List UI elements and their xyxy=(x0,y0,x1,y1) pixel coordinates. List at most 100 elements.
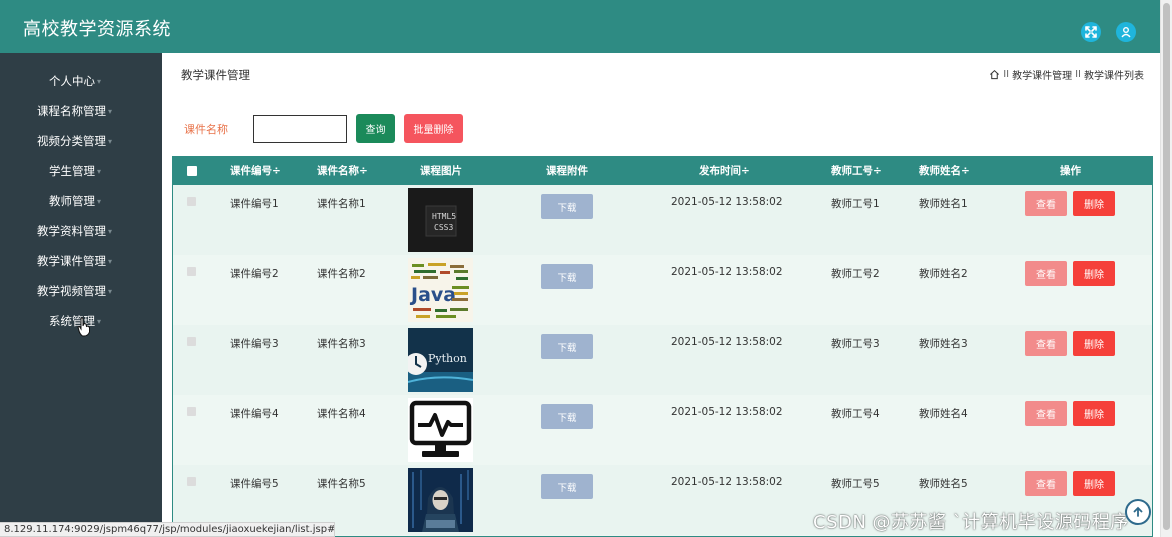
main-content: 教学课件管理 II 教学课件管理 II 教学课件列表 课件名称 查询 批量删除 … xyxy=(162,53,1160,537)
python-cover: Python xyxy=(408,328,473,392)
view-button[interactable]: 查看 xyxy=(1025,401,1067,426)
sidebar-item-label: 教学视频管理 xyxy=(37,284,106,298)
cell-publish-time: 2021-05-12 13:58:02 xyxy=(671,336,783,348)
sidebar-item-label: 课程名称管理 xyxy=(37,104,106,118)
java-wordcloud-cover: Java xyxy=(408,258,473,322)
column-header-teacher-id[interactable]: 教师工号÷ xyxy=(831,157,882,185)
sidebar-item-label: 教师管理 xyxy=(49,194,95,208)
table-row: 课件编号1 课件名称1 HTML5 CSS3 下载 2021-05-12 13:5… xyxy=(173,185,1152,255)
cell-name: 课件名称2 xyxy=(317,268,366,280)
sidebar: 个人中心 ▾ 课程名称管理 ▾ 视频分类管理 ▾ 学生管理 ▾ 教师管理 ▾ 教学资料管理… xyxy=(0,53,162,522)
chevron-down-icon: ▾ xyxy=(108,136,113,146)
cell-publish-time: 2021-05-12 13:58:02 xyxy=(671,266,783,278)
python-text: Python xyxy=(428,352,467,365)
cell-teacher-name: 教师姓名3 xyxy=(919,338,968,350)
view-button[interactable]: 查看 xyxy=(1025,191,1067,216)
delete-button[interactable]: 删除 xyxy=(1073,261,1115,286)
column-header-code[interactable]: 课件编号÷ xyxy=(230,157,281,185)
cell-teacher-name: 教师姓名1 xyxy=(919,198,968,210)
breadcrumb-item[interactable]: 教学课件管理 xyxy=(1012,67,1072,82)
download-button[interactable]: 下载 xyxy=(541,194,593,219)
cell-name: 课件名称5 xyxy=(317,478,366,490)
view-button[interactable]: 查看 xyxy=(1025,331,1067,356)
sidebar-item-students[interactable]: 学生管理 ▾ xyxy=(0,156,162,186)
download-button[interactable]: 下载 xyxy=(541,264,593,289)
cell-name: 课件名称3 xyxy=(317,338,366,350)
page-title: 教学课件管理 xyxy=(181,68,250,82)
table-row: 课件编号3 课件名称3 Python 下载 2021-05-12 13:58:0… xyxy=(173,325,1152,395)
html5-text: HTML5 xyxy=(432,212,456,221)
delete-button[interactable]: 删除 xyxy=(1073,191,1115,216)
search-input[interactable] xyxy=(253,115,347,143)
cell-publish-time: 2021-05-12 13:58:02 xyxy=(671,406,783,418)
column-header-name[interactable]: 课件名称÷ xyxy=(317,157,368,185)
breadcrumb-separator: II xyxy=(1075,69,1081,80)
table-row: 课件编号2 课件名称2 Java 下载 2021-05-12 13:58:02 … xyxy=(173,255,1152,325)
select-all-checkbox[interactable] xyxy=(187,166,197,176)
cell-teacher-id: 教师工号1 xyxy=(831,198,880,210)
delete-button[interactable]: 删除 xyxy=(1073,401,1115,426)
chevron-down-icon: ▾ xyxy=(97,316,102,326)
cell-teacher-name: 教师姓名5 xyxy=(919,478,968,490)
row-checkbox[interactable] xyxy=(187,267,196,276)
page-scrollbar[interactable] xyxy=(1160,0,1172,537)
query-button[interactable]: 查询 xyxy=(356,114,395,143)
sidebar-item-teaching-videos[interactable]: 教学视频管理 ▾ xyxy=(0,276,162,306)
table-header: 课件编号÷ 课件名称÷ 课程图片 课程附件 发布时间÷ 教师工号÷ 教师姓名÷ … xyxy=(173,157,1152,185)
row-checkbox[interactable] xyxy=(187,197,196,206)
user-button[interactable] xyxy=(1116,22,1136,42)
scrollbar-thumb[interactable] xyxy=(1163,3,1170,530)
sidebar-item-personal-center[interactable]: 个人中心 ▾ xyxy=(0,66,162,96)
sidebar-item-teachers[interactable]: 教师管理 ▾ xyxy=(0,186,162,216)
home-icon[interactable] xyxy=(989,69,1000,80)
cell-teacher-id: 教师工号3 xyxy=(831,338,880,350)
back-to-top-button[interactable] xyxy=(1125,499,1151,525)
delete-button[interactable]: 删除 xyxy=(1073,331,1115,356)
sidebar-item-courseware[interactable]: 教学课件管理 ▾ xyxy=(0,246,162,276)
chevron-down-icon: ▾ xyxy=(108,256,113,266)
chevron-down-icon: ▾ xyxy=(97,166,102,176)
view-button[interactable]: 查看 xyxy=(1025,261,1067,286)
sidebar-item-course-name[interactable]: 课程名称管理 ▾ xyxy=(0,96,162,126)
sidebar-item-label: 个人中心 xyxy=(49,74,95,88)
table-row: 课件编号4 课件名称4 下载 2021-05-12 13:58:02 教师工号4… xyxy=(173,395,1152,465)
breadcrumb-item: 教学课件列表 xyxy=(1084,71,1144,82)
view-button[interactable]: 查看 xyxy=(1025,471,1067,496)
download-button[interactable]: 下载 xyxy=(541,404,593,429)
column-header-image: 课程图片 xyxy=(420,165,462,177)
cell-teacher-name: 教师姓名2 xyxy=(919,268,968,280)
column-header-actions: 操作 xyxy=(1060,165,1081,177)
fullscreen-button[interactable] xyxy=(1081,22,1101,42)
breadcrumb-separator: II xyxy=(1003,69,1010,80)
row-checkbox[interactable] xyxy=(187,337,196,346)
sidebar-item-teaching-materials[interactable]: 教学资料管理 ▾ xyxy=(0,216,162,246)
java-text: Java xyxy=(409,284,456,306)
batch-delete-button[interactable]: 批量删除 xyxy=(404,114,463,143)
watermark: CSDN @苏苏酱 `计算机毕设源码程序 xyxy=(813,512,1129,533)
sidebar-item-label: 学生管理 xyxy=(49,164,95,178)
hand-cursor-icon xyxy=(77,317,90,337)
cell-code: 课件编号5 xyxy=(230,478,279,490)
download-button[interactable]: 下载 xyxy=(541,474,593,499)
html5-css3-cover: HTML5 CSS3 xyxy=(408,188,473,252)
row-checkbox[interactable] xyxy=(187,477,196,486)
search-label: 课件名称 xyxy=(184,123,228,136)
column-header-publish-time[interactable]: 发布时间÷ xyxy=(699,157,750,185)
cell-teacher-name: 教师姓名4 xyxy=(919,408,968,420)
cell-name: 课件名称4 xyxy=(317,408,366,420)
sidebar-item-label: 教学资料管理 xyxy=(37,224,106,238)
top-bar: 高校教学资源系统 xyxy=(0,0,1160,53)
chevron-down-icon: ▾ xyxy=(97,196,102,206)
cell-publish-time: 2021-05-12 13:58:02 xyxy=(671,476,783,488)
chevron-down-icon: ▾ xyxy=(108,226,113,236)
column-header-teacher-name[interactable]: 教师姓名÷ xyxy=(919,157,970,185)
cell-teacher-id: 教师工号5 xyxy=(831,478,880,490)
chevron-down-icon: ▾ xyxy=(108,106,113,116)
download-button[interactable]: 下载 xyxy=(541,334,593,359)
css3-text: CSS3 xyxy=(434,223,453,232)
sidebar-item-video-category[interactable]: 视频分类管理 ▾ xyxy=(0,126,162,156)
expand-icon xyxy=(1085,26,1097,38)
delete-button[interactable]: 删除 xyxy=(1073,471,1115,496)
row-checkbox[interactable] xyxy=(187,407,196,416)
cell-teacher-id: 教师工号2 xyxy=(831,268,880,280)
